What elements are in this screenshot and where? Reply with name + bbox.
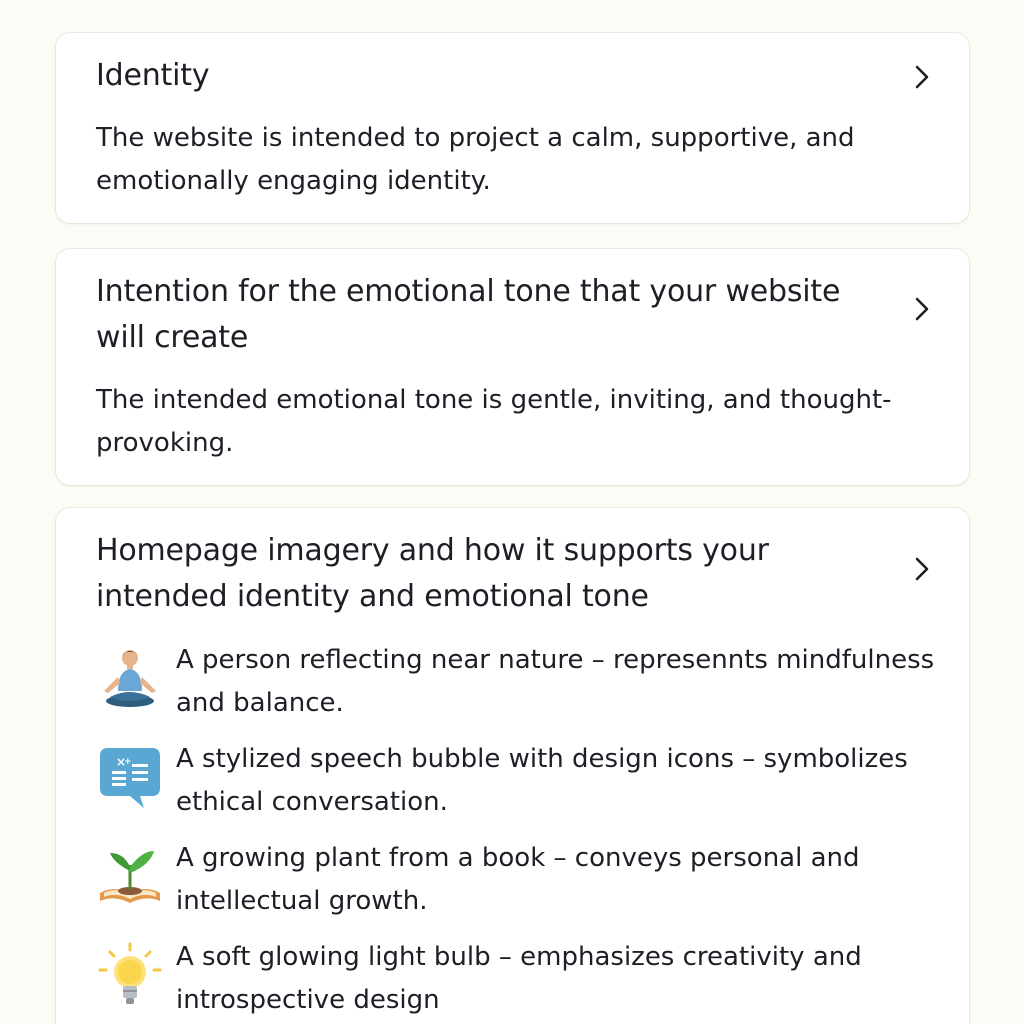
- imagery-item-text: A growing plant from a book – conveys pe…: [176, 843, 860, 916]
- imagery-item-text: A stylized speech bubble with design ico…: [176, 744, 908, 817]
- chevron-right-icon[interactable]: [911, 296, 933, 322]
- emotional-tone-title: Intention for the emotional tone that yo…: [96, 274, 841, 355]
- homepage-imagery-title: Homepage imagery and how it supports you…: [96, 533, 769, 614]
- emotional-tone-description: The intended emotional tone is gentle, i…: [96, 385, 892, 458]
- page: Identity The website is intended to proj…: [0, 0, 1024, 1024]
- identity-title: Identity: [96, 58, 210, 93]
- identity-description: The website is intended to project a cal…: [96, 123, 855, 196]
- list-item: A soft glowing light bulb – emphasizes c…: [96, 936, 956, 1024]
- imagery-item-text: A person reflecting near nature – repres…: [176, 645, 935, 718]
- list-item: A growing plant from a book – conveys pe…: [96, 837, 956, 936]
- speech-bubble-icon: × +: [96, 744, 164, 812]
- chevron-right-icon[interactable]: [911, 556, 933, 582]
- svg-text:+: +: [124, 757, 132, 767]
- homepage-imagery-card[interactable]: Homepage imagery and how it supports you…: [56, 508, 969, 1024]
- identity-card[interactable]: Identity The website is intended to proj…: [56, 33, 969, 223]
- imagery-list: A person reflecting near nature – repres…: [96, 639, 956, 1024]
- imagery-item-text: A soft glowing light bulb – emphasizes c…: [176, 942, 862, 1015]
- list-item: A person reflecting near nature – repres…: [96, 639, 956, 738]
- list-item: × + A stylized speech bubble with design…: [96, 738, 956, 837]
- emotional-tone-card[interactable]: Intention for the emotional tone that yo…: [56, 249, 969, 485]
- meditating-person-icon: [96, 645, 164, 713]
- chevron-right-icon[interactable]: [911, 64, 933, 90]
- light-bulb-icon: [96, 942, 164, 1010]
- plant-book-icon: [96, 843, 164, 911]
